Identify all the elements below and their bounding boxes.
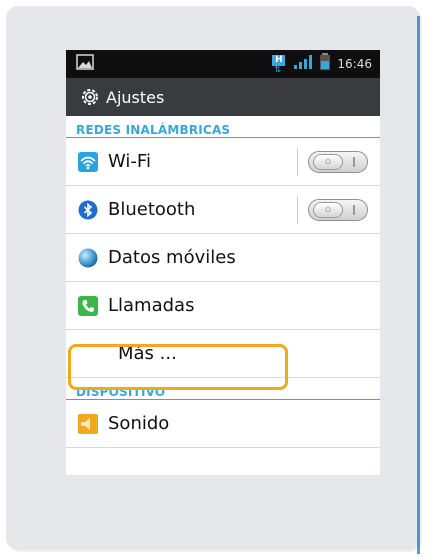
toggle-on-mark (353, 205, 355, 215)
divider (297, 148, 298, 176)
image-icon (76, 53, 94, 75)
app-bar: Ajustes (66, 78, 380, 116)
settings-item-calls[interactable]: Llamadas (66, 282, 380, 330)
settings-item-bluetooth[interactable]: Bluetooth ○ (66, 186, 380, 234)
settings-item-label: Datos móviles (108, 247, 236, 268)
toggle-knob: ○ (313, 202, 343, 218)
gear-icon (80, 87, 100, 107)
settings-item-wifi[interactable]: Wi-Fi ○ (66, 138, 380, 186)
toggle-on-mark (353, 157, 355, 167)
section-header-wireless: REDES INALÁMBRICAS (66, 116, 380, 138)
globe-icon (78, 248, 98, 268)
settings-item-sound[interactable]: Sonido (66, 400, 380, 448)
phone-icon (78, 295, 98, 316)
settings-item-label: Llamadas (108, 295, 195, 316)
status-bar: H ⇅ 16:46 (66, 50, 380, 78)
hsdpa-icon: H ⇅ (271, 55, 287, 74)
bluetooth-toggle-area: ○ (297, 196, 368, 224)
status-time: 16:46 (337, 57, 372, 71)
settings-item-label: Bluetooth (108, 199, 196, 220)
highlight-box (68, 344, 288, 390)
settings-item-label: Wi-Fi (108, 151, 151, 172)
wifi-icon (78, 151, 98, 172)
signal-icon (293, 54, 313, 75)
toggle-knob: ○ (313, 154, 343, 170)
divider (297, 196, 298, 224)
phone-screen: H ⇅ 16:46 Ajustes REDES INALÁMBRICAS Wi-… (66, 50, 380, 475)
status-icons: H ⇅ 16:46 (271, 52, 372, 76)
wifi-toggle[interactable]: ○ (308, 151, 368, 173)
bluetooth-toggle[interactable]: ○ (308, 199, 368, 221)
settings-item-mobile-data[interactable]: Datos móviles (66, 234, 380, 282)
wifi-toggle-area: ○ (297, 148, 368, 176)
page-title: Ajustes (106, 87, 165, 107)
card-edge-accent (417, 16, 420, 554)
speaker-icon (78, 413, 98, 434)
settings-item-label: Sonido (108, 413, 170, 434)
battery-icon (319, 52, 331, 76)
bluetooth-icon (78, 200, 98, 220)
